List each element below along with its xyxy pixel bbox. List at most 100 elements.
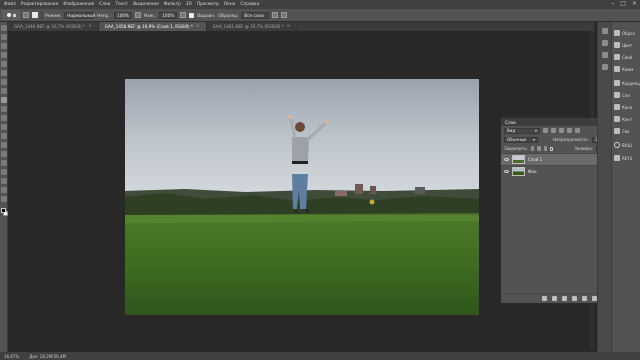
zoom-tool-icon[interactable] <box>0 196 7 202</box>
window-controls: – □ × <box>611 1 637 7</box>
crop-tool-icon[interactable] <box>0 61 7 67</box>
dodge-tool-icon[interactable] <box>0 142 7 148</box>
dock-item[interactable]: Комм <box>614 66 633 72</box>
lock-pixels-icon[interactable] <box>537 146 541 151</box>
menu-image[interactable]: Изображение <box>63 2 94 7</box>
brush-panel-icon[interactable] <box>23 12 29 18</box>
filter-smart-object-icon[interactable] <box>575 128 580 133</box>
clone-source-icon[interactable] <box>601 64 608 70</box>
link-layers-icon[interactable] <box>542 296 547 301</box>
clone-source-icon[interactable] <box>32 12 38 18</box>
dock-item[interactable]: Коррекц <box>614 80 640 86</box>
adjustment-layer-icon[interactable] <box>572 296 577 301</box>
close-icon[interactable]: × <box>88 24 92 29</box>
lasso-tool-icon[interactable] <box>0 43 7 49</box>
pressure-size-icon[interactable] <box>281 12 288 18</box>
document-tab-active[interactable]: GAA_1458.NEF @ 16,9% (Слой 1, RGB/8) * × <box>98 22 207 31</box>
play-icon[interactable] <box>601 40 608 46</box>
layer-name[interactable]: Слой 1 <box>528 157 542 162</box>
pen-tool-icon[interactable] <box>0 151 7 157</box>
flow-label: Наж.: <box>144 12 157 18</box>
filter-shape-icon[interactable] <box>567 128 572 133</box>
quick-select-tool-icon[interactable] <box>0 52 7 58</box>
path-select-tool-icon[interactable] <box>0 169 7 175</box>
brush-settings-icon[interactable] <box>601 52 608 58</box>
flow-field[interactable]: 100% <box>159 11 178 19</box>
dock-item[interactable]: Свой <box>614 54 632 60</box>
dock-item-label: Сли <box>622 92 630 98</box>
dock-item[interactable]: Конт <box>614 116 632 122</box>
layer-name[interactable]: Фон <box>528 169 537 174</box>
align-checkbox[interactable] <box>189 12 195 18</box>
dock-item[interactable]: ВАШ <box>614 142 632 148</box>
zoom-level[interactable]: 16,67% <box>4 354 19 359</box>
tool-preset-picker[interactable] <box>2 10 20 20</box>
menu-3d[interactable]: 3D <box>186 2 192 7</box>
history-icon[interactable] <box>601 28 608 34</box>
hand-tool-icon[interactable] <box>0 187 7 193</box>
dock-item[interactable]: Сво <box>614 128 630 134</box>
menu-bar: Файл Редактирование Изображение Слои Тек… <box>0 0 640 9</box>
photo-image <box>125 79 479 315</box>
clone-stamp-tool-icon[interactable] <box>0 97 7 103</box>
document-tabs: GAA_1446.NEF @ 16,7% (RGB/8) * × GAA_145… <box>8 22 594 31</box>
filter-pixel-icon[interactable] <box>543 128 548 133</box>
new-group-icon[interactable] <box>582 296 587 301</box>
gradient-tool-icon[interactable] <box>0 124 7 130</box>
close-icon[interactable]: × <box>632 1 637 7</box>
brush-tool-icon[interactable] <box>0 88 7 94</box>
filter-type-icon[interactable] <box>559 128 564 133</box>
healing-tool-icon[interactable] <box>0 79 7 85</box>
maximize-icon[interactable]: □ <box>620 1 626 7</box>
lock-position-icon[interactable] <box>543 146 547 151</box>
properties-icon <box>614 54 620 60</box>
dock-item[interactable]: Кана <box>614 104 632 110</box>
lock-all-icon[interactable] <box>549 146 554 151</box>
close-icon[interactable]: × <box>196 24 200 29</box>
document-tab[interactable]: GAA_1461.NEF @ 16,7% (RGB/8) * × <box>207 22 298 31</box>
sample-select[interactable]: Все слои <box>241 11 270 19</box>
move-tool-icon[interactable] <box>0 25 7 31</box>
layer-filter-select[interactable]: Вид ▾ <box>504 127 540 134</box>
minimize-icon[interactable]: – <box>611 1 614 7</box>
document-canvas[interactable] <box>125 79 479 315</box>
ignore-adjustment-icon[interactable] <box>272 12 279 18</box>
menu-edit[interactable]: Редактирование <box>21 2 59 7</box>
history-brush-tool-icon[interactable] <box>0 106 7 112</box>
pressure-opacity-icon[interactable] <box>135 12 142 18</box>
menu-select[interactable]: Выделение <box>133 2 159 7</box>
marquee-tool-icon[interactable] <box>0 34 7 40</box>
dock-item[interactable]: Цвет <box>614 42 632 48</box>
blur-tool-icon[interactable] <box>0 133 7 139</box>
document-tab[interactable]: GAA_1446.NEF @ 16,7% (RGB/8) * × <box>8 22 99 31</box>
layer-mask-icon[interactable] <box>562 296 567 301</box>
dock-item[interactable]: Образ <box>614 30 635 36</box>
airbrush-icon[interactable] <box>180 12 187 18</box>
plugin-icon <box>614 155 620 161</box>
menu-layers[interactable]: Слои <box>99 2 110 7</box>
menu-type[interactable]: Текст <box>115 2 128 7</box>
visibility-eye-icon[interactable] <box>504 158 509 161</box>
type-tool-icon[interactable] <box>0 160 7 166</box>
lock-transparency-icon[interactable] <box>530 146 535 151</box>
close-icon[interactable]: × <box>287 24 291 29</box>
menu-view[interactable]: Просмотр <box>197 2 219 7</box>
layer-style-icon[interactable] <box>552 296 557 301</box>
shape-tool-icon[interactable] <box>0 178 7 184</box>
dock-item[interactable]: REYS <box>614 155 632 161</box>
tab-label: GAA_1446.NEF @ 16,7% (RGB/8) * <box>14 24 86 29</box>
visibility-eye-icon[interactable] <box>504 170 509 173</box>
menu-filter[interactable]: Фильтр <box>164 2 181 7</box>
eyedropper-tool-icon[interactable] <box>0 70 7 76</box>
opacity-field[interactable]: 100% <box>114 11 133 19</box>
mode-select[interactable]: Нормальный <box>64 11 95 19</box>
tab-label: GAA_1458.NEF @ 16,9% (Слой 1, RGB/8) * <box>104 24 193 29</box>
filter-adjustment-icon[interactable] <box>551 128 556 133</box>
foreground-color-swatch[interactable] <box>1 208 6 213</box>
dock-item[interactable]: Сли <box>614 92 630 98</box>
menu-file[interactable]: Файл <box>4 2 16 7</box>
menu-help[interactable]: Справка <box>240 2 259 7</box>
eraser-tool-icon[interactable] <box>0 115 7 121</box>
blend-mode-select[interactable]: Обычные ▾ <box>504 136 538 143</box>
menu-window[interactable]: Окно <box>224 2 235 7</box>
